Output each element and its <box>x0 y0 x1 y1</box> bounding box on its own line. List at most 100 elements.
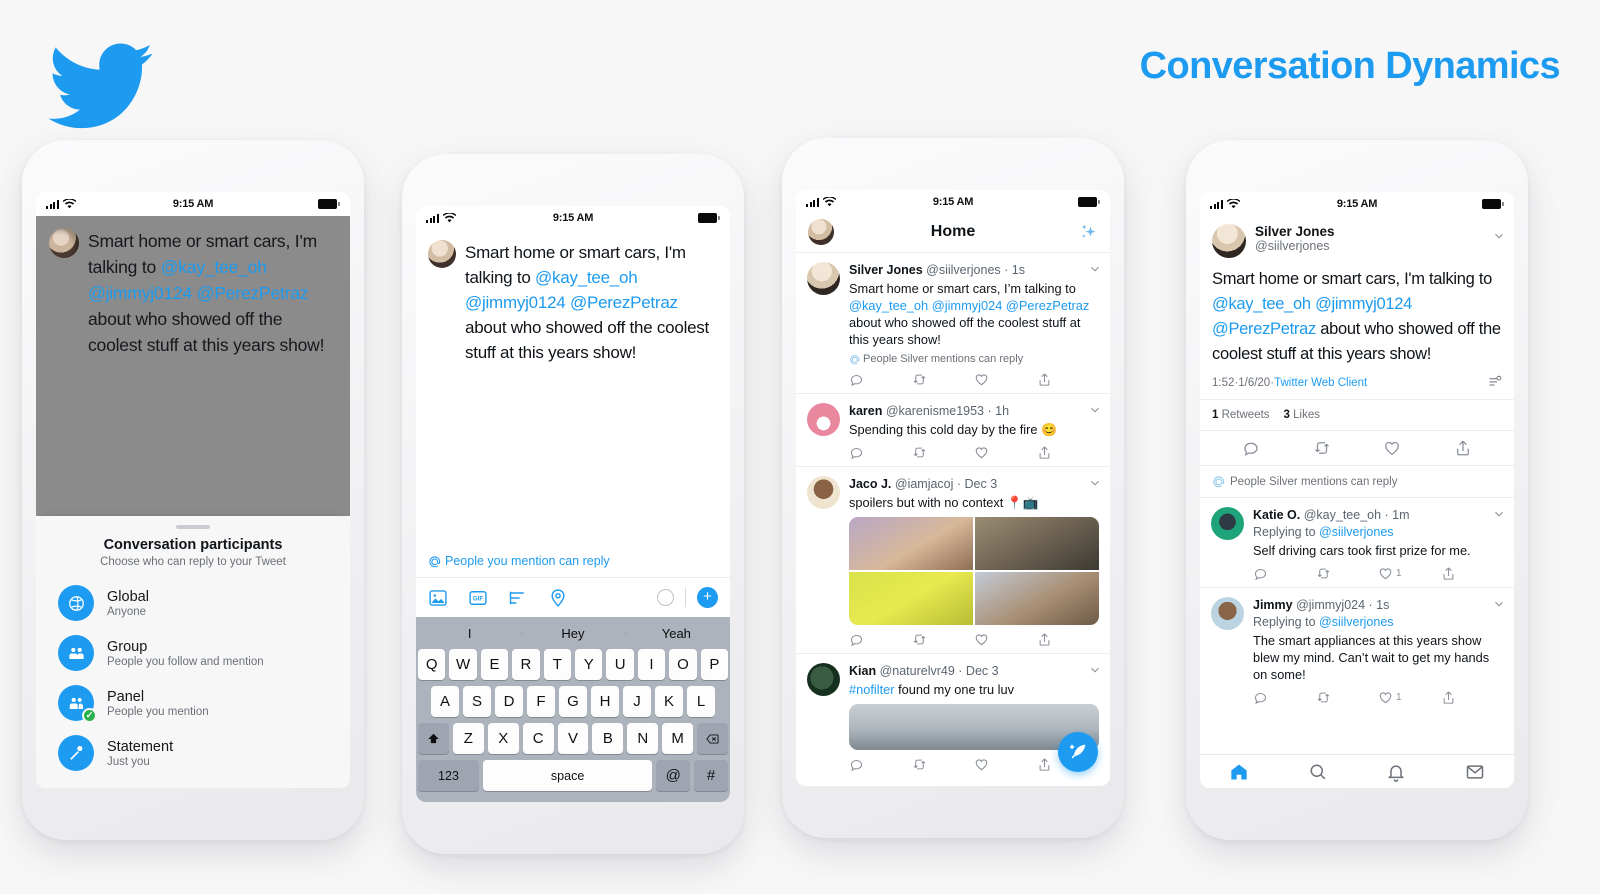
tweet-card[interactable]: Silver Jones @siilverjones · 1s Smart hom… <box>796 252 1110 393</box>
reply-option-group[interactable]: Group People you follow and mention <box>36 628 350 678</box>
retweet-action[interactable] <box>1287 439 1358 457</box>
reply-action[interactable] <box>849 757 912 772</box>
avatar[interactable] <box>1212 224 1246 258</box>
location-icon[interactable] <box>548 588 568 608</box>
backspace-key[interactable] <box>697 723 729 754</box>
key-v[interactable]: V <box>557 723 589 754</box>
mention-link[interactable]: @jimmyj024 <box>932 298 1003 313</box>
media-thumb[interactable] <box>849 517 973 570</box>
prediction-hey[interactable]: Hey <box>521 626 624 641</box>
avatar[interactable] <box>1211 597 1244 630</box>
sparkle-icon[interactable] <box>1078 222 1098 242</box>
like-action[interactable] <box>974 445 1037 460</box>
key-g[interactable]: G <box>559 686 587 717</box>
mention-link[interactable]: @PerezPetraz <box>1212 320 1316 338</box>
reply-action[interactable] <box>1253 566 1316 581</box>
mention-link[interactable]: @kay_tee_oh <box>1212 295 1311 313</box>
gif-icon[interactable]: GIF <box>468 588 488 608</box>
chevron-down-icon[interactable] <box>1493 230 1505 242</box>
stat-likes[interactable]: 3 Likes <box>1284 409 1320 421</box>
reply-option-statement[interactable]: Statement Just you <box>36 728 350 778</box>
like-action[interactable] <box>974 372 1037 387</box>
key-i[interactable]: I <box>637 649 666 680</box>
like-action[interactable]: 1 <box>1378 566 1441 581</box>
reply-action[interactable] <box>849 445 912 460</box>
mention-link[interactable]: @jimmyj0124 <box>1315 295 1412 313</box>
avatar[interactable] <box>1211 507 1244 540</box>
reply-option-global[interactable]: Global Anyone <box>36 578 350 628</box>
stat-retweets[interactable]: 1 Retweets <box>1212 409 1270 421</box>
add-tweet-button[interactable]: + <box>697 587 718 608</box>
mention-link[interactable]: #nofilter <box>849 682 895 697</box>
tweet-media-grid[interactable] <box>849 517 1099 625</box>
hash-key[interactable]: # <box>694 760 728 791</box>
key-b[interactable]: B <box>592 723 624 754</box>
like-action[interactable] <box>974 632 1037 647</box>
key-s[interactable]: S <box>463 686 491 717</box>
mention-link[interactable]: @jimmyj0124 <box>88 283 192 303</box>
retweet-action[interactable] <box>1316 566 1379 581</box>
tweet-composer[interactable]: Smart home or smart cars, I'm talking to… <box>416 230 730 365</box>
mention-link[interactable]: @kay_tee_oh <box>849 298 928 313</box>
key-w[interactable]: W <box>449 649 477 680</box>
retweet-action[interactable] <box>912 445 975 460</box>
chevron-down-icon[interactable] <box>1089 404 1101 416</box>
replying-to-handle[interactable]: @siilverjones <box>1319 615 1394 629</box>
prediction-i[interactable]: I <box>418 626 521 641</box>
poll-icon[interactable] <box>508 588 528 608</box>
key-z[interactable]: Z <box>452 723 484 754</box>
mention-link[interactable]: @PerezPetraz <box>570 293 678 312</box>
media-thumb[interactable] <box>975 517 1099 570</box>
key-t[interactable]: T <box>543 649 571 680</box>
avatar[interactable] <box>807 476 840 509</box>
key-a[interactable]: A <box>431 686 459 717</box>
mention-link[interactable]: @PerezPetraz <box>1006 298 1089 313</box>
tab-notifications[interactable] <box>1357 762 1436 782</box>
like-action[interactable] <box>1357 439 1428 457</box>
share-action[interactable] <box>1037 632 1100 647</box>
key-x[interactable]: X <box>487 723 519 754</box>
tweet-card[interactable]: Jaco J. @iamjacoj · Dec 3 spoilers but wi… <box>796 466 1110 653</box>
key-n[interactable]: N <box>627 723 659 754</box>
retweet-action[interactable] <box>912 757 975 772</box>
reply-action[interactable] <box>1216 439 1287 457</box>
chevron-down-icon[interactable] <box>1089 664 1101 676</box>
key-q[interactable]: Q <box>417 649 446 680</box>
image-icon[interactable] <box>428 588 448 608</box>
key-p[interactable]: P <box>700 649 729 680</box>
key-f[interactable]: F <box>527 686 555 717</box>
numbers-key[interactable]: 123 <box>418 760 479 791</box>
reply-card[interactable]: Katie O. @kay_tee_oh · 1m Replying to @si… <box>1200 497 1514 587</box>
sheet-grabber[interactable] <box>176 525 210 529</box>
key-u[interactable]: U <box>606 649 634 680</box>
reply-action[interactable] <box>849 632 912 647</box>
shift-key[interactable] <box>418 723 449 754</box>
mention-link[interactable]: @PerezPetraz <box>197 283 309 303</box>
chevron-down-icon[interactable] <box>1089 263 1101 275</box>
media-thumb[interactable] <box>975 572 1099 625</box>
key-e[interactable]: E <box>480 649 509 680</box>
reply-action[interactable] <box>849 372 912 387</box>
analytics-icon[interactable] <box>1487 375 1502 390</box>
like-action[interactable]: 1 <box>1378 690 1441 705</box>
like-action[interactable] <box>974 757 1037 772</box>
space-key[interactable]: space <box>482 760 653 791</box>
avatar[interactable] <box>807 262 840 295</box>
share-action[interactable] <box>1428 439 1499 457</box>
compose-tweet-button[interactable] <box>1058 732 1098 772</box>
tweet-card[interactable]: karen @karenisme1953 · 1h Spending this c… <box>796 393 1110 466</box>
share-action[interactable] <box>1037 445 1100 460</box>
key-r[interactable]: R <box>512 649 540 680</box>
chevron-down-icon[interactable] <box>1493 598 1505 610</box>
at-key[interactable]: @ <box>656 760 691 791</box>
key-m[interactable]: M <box>662 723 694 754</box>
reply-card[interactable]: Jimmy @jimmyj024 · 1s Replying to @siilve… <box>1200 587 1514 711</box>
mention-link[interactable]: @jimmyj0124 <box>465 293 566 312</box>
share-action[interactable] <box>1441 690 1504 705</box>
media-thumb[interactable] <box>849 572 973 625</box>
mention-link[interactable]: @kay_tee_oh <box>535 268 638 287</box>
reply-action[interactable] <box>1253 690 1316 705</box>
tab-search[interactable] <box>1279 762 1358 782</box>
avatar[interactable] <box>807 663 840 696</box>
retweet-action[interactable] <box>912 372 975 387</box>
